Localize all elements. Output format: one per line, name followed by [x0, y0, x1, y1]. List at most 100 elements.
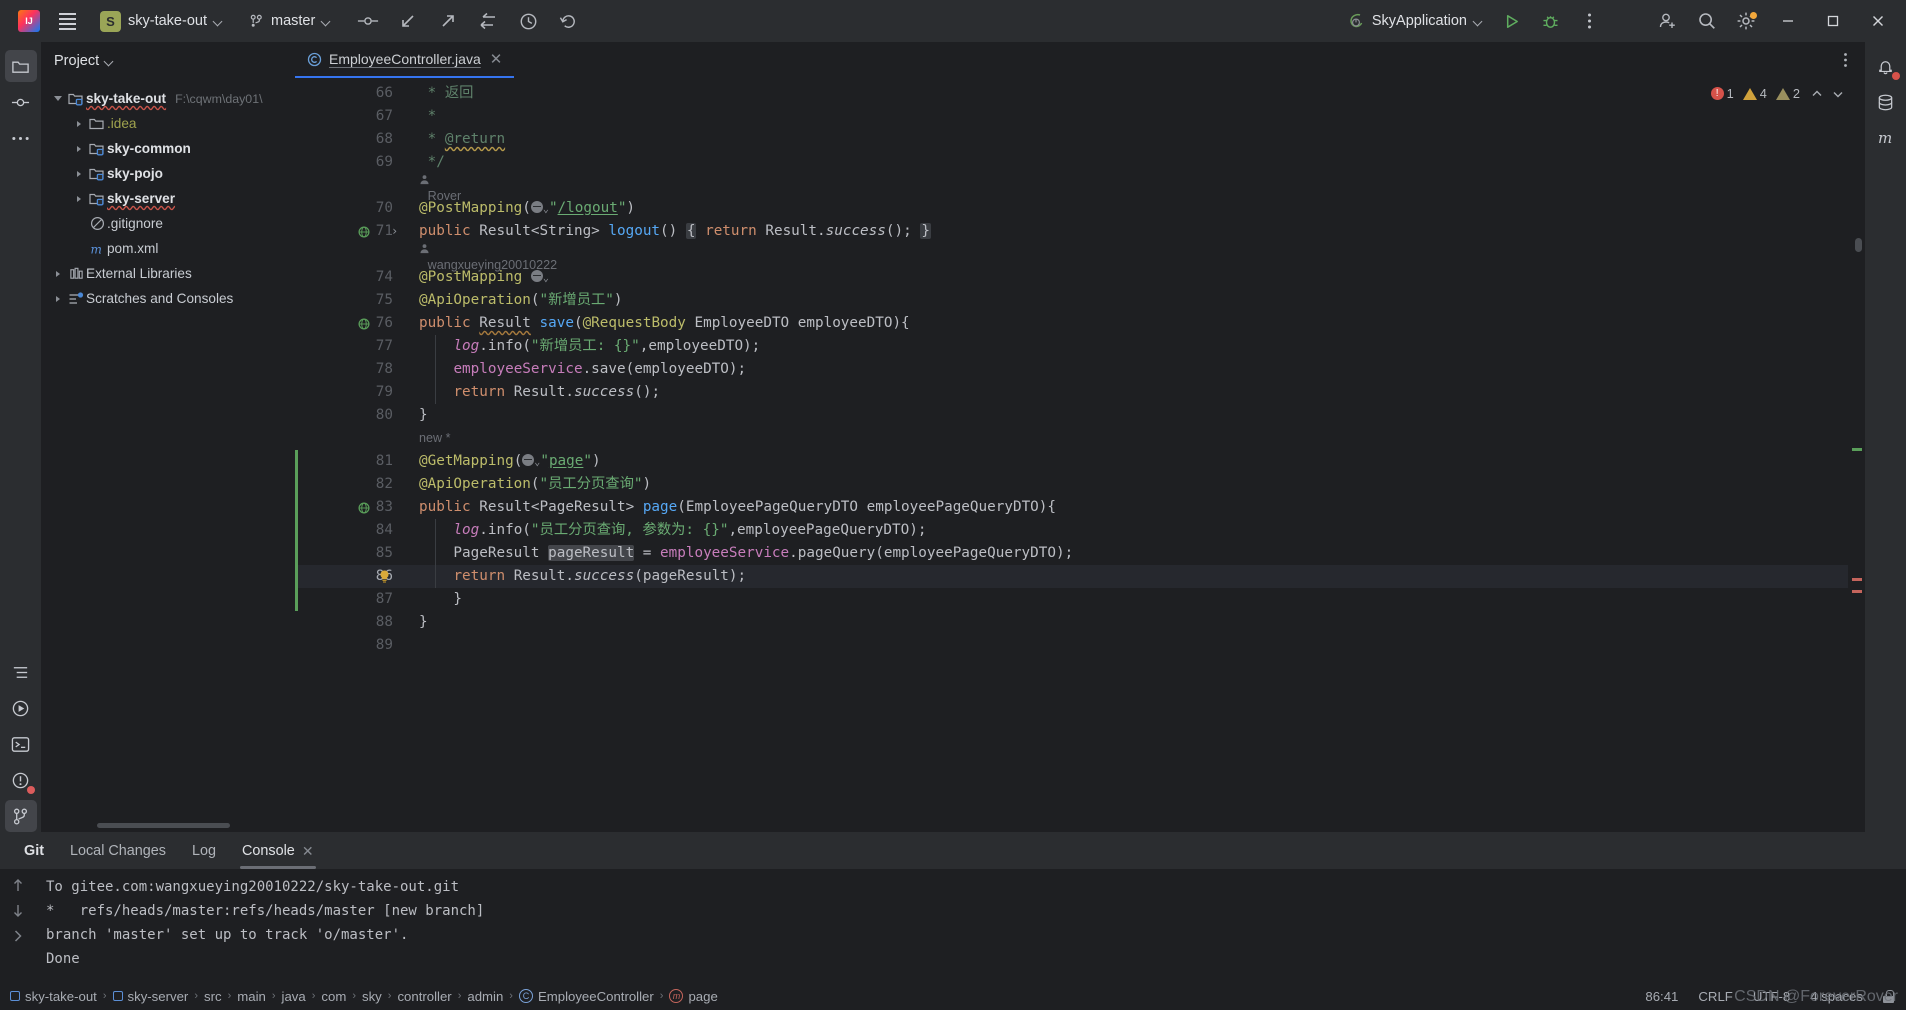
maximize-window-button[interactable] — [1811, 0, 1855, 42]
vcs-change-marker[interactable] — [295, 565, 298, 588]
breadcrumb-item-src[interactable]: src — [204, 989, 222, 1004]
web-method-gutter-icon[interactable] — [357, 501, 371, 515]
web-method-gutter-icon[interactable] — [357, 317, 371, 331]
chevron-right-icon[interactable] — [71, 195, 87, 202]
project-selector[interactable]: S sky-take-out — [92, 7, 231, 36]
scroll-up-icon[interactable] — [11, 877, 25, 893]
line-separator[interactable]: CRLF — [1698, 989, 1732, 1004]
chevron-down-icon[interactable]: ⌄ — [543, 273, 549, 284]
editor-gutter[interactable]: 666768697071›747576777879808182838485868… — [295, 78, 403, 832]
web-method-gutter-icon[interactable] — [357, 225, 371, 239]
add-account-icon[interactable] — [1649, 4, 1687, 38]
inspection-errors[interactable]: ! 1 — [1710, 86, 1734, 101]
tree-node-pom-xml[interactable]: m pom.xml — [42, 236, 295, 261]
vcs-push-icon[interactable] — [429, 4, 467, 38]
tree-node-gitignore[interactable]: .gitignore — [42, 211, 295, 236]
web-url-icon[interactable] — [530, 270, 543, 282]
inspection-lane[interactable] — [1848, 78, 1864, 832]
indent-setting[interactable]: 4 spaces — [1810, 989, 1863, 1004]
undo-icon[interactable] — [549, 4, 587, 38]
close-tab-icon[interactable]: ✕ — [302, 843, 314, 860]
vcs-commit-icon[interactable] — [349, 4, 387, 38]
breadcrumb-item-sky-take-out[interactable]: sky-take-out — [10, 989, 97, 1004]
breadcrumb-item-main[interactable]: main — [237, 989, 266, 1004]
sidebar-item-notifications[interactable] — [1870, 50, 1902, 82]
fold-expand-icon[interactable]: › — [391, 224, 398, 238]
chevron-right-icon[interactable] — [50, 270, 66, 277]
sidebar-item-more-tools[interactable] — [5, 122, 37, 154]
tree-node-idea[interactable]: .idea — [42, 111, 295, 136]
inspection-prev-icon[interactable] — [1811, 88, 1823, 100]
sidebar-item-project[interactable] — [4, 50, 37, 82]
vcs-rollback-icon[interactable] — [469, 4, 507, 38]
sidebar-item-services[interactable] — [5, 692, 37, 724]
editor-options-icon[interactable] — [1837, 42, 1854, 78]
sidebar-item-terminal[interactable] — [5, 728, 37, 760]
breadcrumb-item-admin[interactable]: admin — [467, 989, 503, 1004]
file-encoding[interactable]: UTF-8 — [1753, 989, 1790, 1004]
chevron-down-icon[interactable] — [50, 96, 66, 101]
search-everywhere-icon[interactable] — [1688, 4, 1726, 38]
tree-node-scratches-and-consoles[interactable]: Scratches and Consoles — [42, 286, 295, 311]
sidebar-item-git[interactable] — [4, 800, 37, 832]
sidebar-item-database[interactable] — [1870, 86, 1902, 118]
scroll-down-icon[interactable] — [11, 903, 25, 919]
git-console-output[interactable]: To gitee.com:wangxueying20010222/sky-tak… — [36, 869, 1906, 982]
web-url-icon[interactable] — [522, 454, 535, 466]
caret-position[interactable]: 86:41 — [1645, 989, 1678, 1004]
settings-icon[interactable] — [1727, 4, 1765, 38]
run-configuration-selector[interactable]: SkyApplication — [1339, 8, 1491, 34]
intention-bulb-gutter-icon[interactable] — [377, 569, 392, 584]
breadcrumb-item-controller[interactable]: controller — [397, 989, 451, 1004]
main-menu-icon[interactable] — [48, 4, 86, 38]
bottom-tab-console[interactable]: Console ✕ — [230, 833, 326, 869]
breadcrumb-item-sky-server[interactable]: sky-server — [112, 989, 188, 1004]
expand-console-icon[interactable] — [11, 929, 25, 943]
vcs-change-marker[interactable] — [295, 450, 298, 473]
vcs-update-icon[interactable] — [389, 4, 427, 38]
tree-node-sky-take-out[interactable]: sky-take-out F:\cqwm\day01\ — [42, 86, 295, 111]
chevron-right-icon[interactable] — [50, 295, 66, 302]
chevron-right-icon[interactable] — [71, 170, 87, 177]
web-url-icon[interactable] — [530, 201, 543, 213]
recent-files-icon[interactable] — [509, 4, 547, 38]
chevron-right-icon[interactable] — [71, 120, 87, 127]
breadcrumb-item-java[interactable]: java — [282, 989, 306, 1004]
chevron-down-icon[interactable] — [105, 57, 114, 66]
sidebar-item-maven[interactable]: m — [1870, 122, 1902, 154]
tree-node-external-libraries[interactable]: External Libraries — [42, 261, 295, 286]
vcs-change-marker[interactable] — [295, 496, 298, 519]
tree-node-sky-common[interactable]: sky-common — [42, 136, 295, 161]
inspection-widget[interactable]: ! 1 4 2 — [1710, 86, 1844, 101]
vcs-change-marker[interactable] — [295, 519, 298, 542]
editor-scrollbar-thumb[interactable] — [1855, 238, 1862, 252]
minimize-window-button[interactable] — [1766, 0, 1810, 42]
breadcrumb-item-com[interactable]: com — [321, 989, 346, 1004]
debug-icon[interactable] — [1531, 4, 1569, 38]
vcs-change-marker[interactable] — [295, 473, 298, 496]
chevron-right-icon[interactable] — [71, 145, 87, 152]
sidebar-item-commit[interactable] — [5, 86, 37, 118]
editor-viewport[interactable]: 666768697071›747576777879808182838485868… — [295, 78, 1864, 832]
run-icon[interactable] — [1492, 4, 1530, 38]
inspection-settings-icon[interactable] — [1832, 88, 1844, 100]
bottom-tab-git[interactable]: Git — [12, 833, 56, 869]
inspection-warnings[interactable]: 4 — [1742, 86, 1767, 101]
read-only-lock-icon[interactable] — [1883, 989, 1894, 1003]
sidebar-item-structure[interactable] — [5, 656, 37, 688]
editor-code[interactable]: * 返回 * * @return */ Rover @PostMapping(⌄"… — [403, 78, 1848, 832]
close-tab-icon[interactable]: ✕ — [488, 50, 505, 68]
tree-node-sky-server[interactable]: sky-server — [42, 186, 295, 211]
breadcrumb-item-sky[interactable]: sky — [362, 989, 382, 1004]
vcs-change-marker[interactable] — [295, 542, 298, 565]
tree-node-sky-pojo[interactable]: sky-pojo — [42, 161, 295, 186]
inspection-weak-warnings[interactable]: 2 — [1775, 86, 1800, 101]
breadcrumb-item-page[interactable]: m page — [669, 989, 718, 1004]
vcs-change-marker[interactable] — [295, 588, 298, 611]
breadcrumb-item-employeecontroller[interactable]: C EmployeeController — [518, 989, 654, 1004]
branch-selector[interactable]: master — [241, 9, 339, 33]
project-tree-horizontal-scrollbar[interactable] — [97, 823, 230, 828]
editor-tab-employeecontroller[interactable]: EmployeeController.java ✕ — [295, 42, 515, 78]
close-window-button[interactable] — [1856, 0, 1900, 42]
more-actions-icon[interactable] — [1570, 4, 1608, 38]
